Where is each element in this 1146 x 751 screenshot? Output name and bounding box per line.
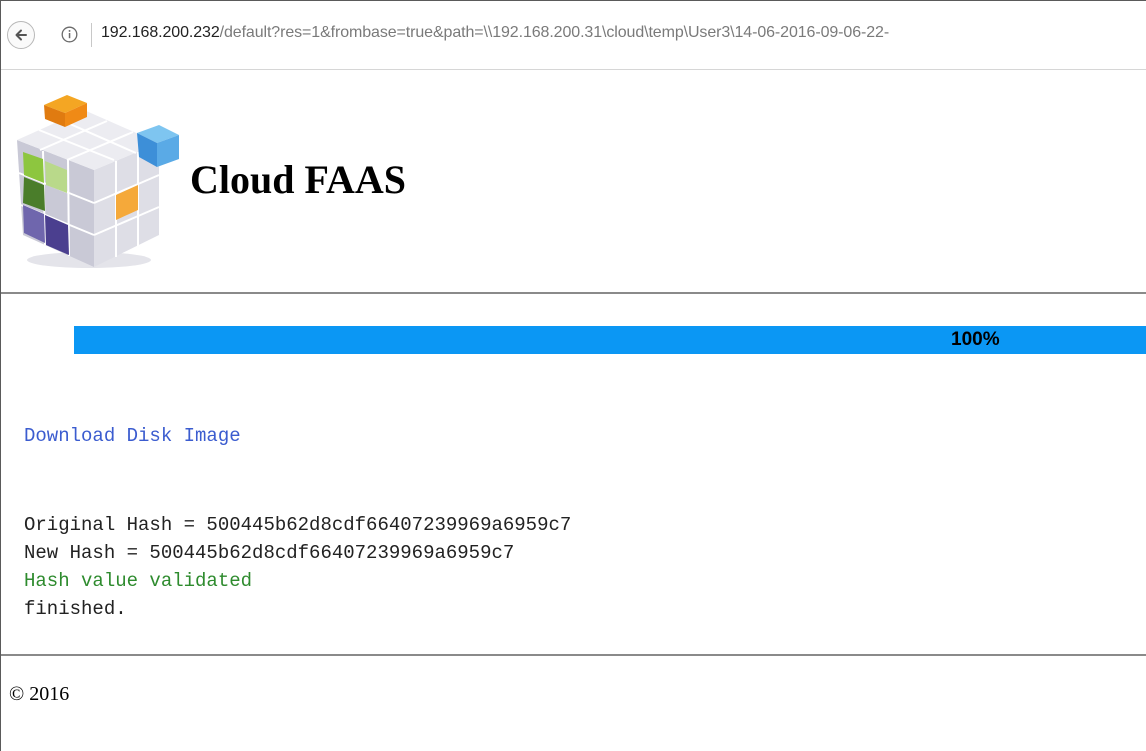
footer-divider <box>1 654 1146 656</box>
new-hash: New Hash = 500445b62d8cdf66407239969a695… <box>24 542 515 564</box>
url-separator <box>91 23 92 47</box>
browser-window: 192.168.200.232/default?res=1&frombase=t… <box>0 0 1146 751</box>
info-icon[interactable] <box>61 26 78 43</box>
download-disk-image-link[interactable]: Download Disk Image <box>24 425 241 447</box>
address-bar: 192.168.200.232/default?res=1&frombase=t… <box>1 1 1146 70</box>
header-divider <box>1 292 1146 294</box>
validation-message: Hash value validated <box>24 570 253 592</box>
back-arrow-icon <box>15 29 27 41</box>
url-path: /default?res=1&frombase=true&path=\\192.… <box>219 24 890 41</box>
url-field[interactable]: 192.168.200.232/default?res=1&frombase=t… <box>101 24 889 42</box>
copyright: © 2016 <box>9 683 70 705</box>
site-title: Cloud FAAS <box>190 157 406 202</box>
back-button[interactable] <box>7 21 35 49</box>
original-hash: Original Hash = 500445b62d8cdf6640723996… <box>24 514 572 536</box>
url-host: 192.168.200.232 <box>101 24 220 41</box>
hash-results: Original Hash = 500445b62d8cdf6640723996… <box>24 511 571 623</box>
progress-label: 100% <box>951 329 1000 350</box>
status-message: finished. <box>24 598 127 620</box>
cube-logo-icon <box>17 95 179 268</box>
